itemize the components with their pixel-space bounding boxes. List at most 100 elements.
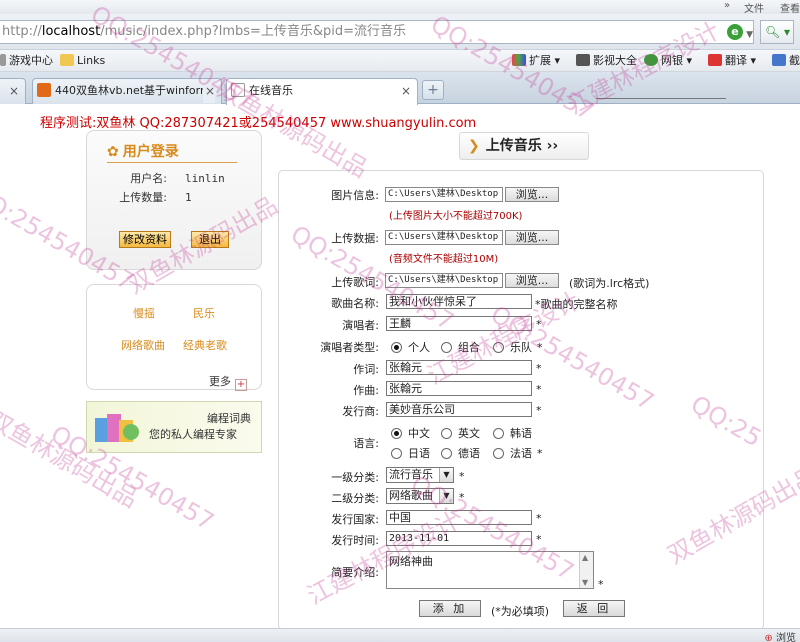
url-host: localhost — [41, 24, 101, 39]
intro-text: 网络神曲 — [389, 555, 433, 568]
radio-chinese[interactable]: 中文 — [391, 425, 430, 441]
lyric-file-input[interactable]: C:\Users\建林\Desktop — [385, 273, 503, 288]
dictionary-logo-icon — [95, 414, 139, 442]
fav-video[interactable]: 影视大全 — [576, 53, 637, 69]
radio-korean[interactable]: 韩语 — [493, 425, 532, 441]
category-link[interactable]: 网络歌曲 — [121, 337, 165, 353]
arrow-right-icon: ❯ — [468, 138, 480, 154]
radio-solo[interactable]: 个人 — [391, 339, 430, 355]
fav-game-center[interactable]: 游戏中心 — [0, 53, 53, 69]
tab-first[interactable]: × — [0, 78, 26, 104]
category-link[interactable]: 经典老歌 — [183, 337, 227, 353]
data-file-input[interactable]: C:\Users\建林\Desktop — [385, 230, 503, 245]
data-hint: (音频文件不能超过10M) — [389, 254, 499, 265]
security-icon[interactable]: e — [727, 24, 743, 40]
radio-japanese[interactable]: 日语 — [391, 445, 430, 461]
menu-view[interactable]: 查看 — [780, 0, 800, 15]
plus-icon: + — [235, 379, 247, 391]
ad-banner[interactable]: 编程词典 您的私人编程专家 — [86, 401, 262, 453]
tab-online-music[interactable]: 在线音乐 × — [226, 78, 418, 105]
required-star: * — [536, 533, 542, 546]
image-browse-button[interactable]: 浏览... — [505, 187, 559, 202]
image-hint: (上传图片大小不能超过700K) — [389, 211, 523, 222]
fav-translate[interactable]: 翻译 ▾ — [708, 53, 756, 69]
image-file-input[interactable]: C:\Users\建林\Desktop — [385, 187, 503, 202]
title-strip: » 文件 查看 — [0, 0, 800, 15]
date-label: 发行时间: — [331, 534, 379, 547]
tab-bar-divider — [596, 98, 726, 102]
close-icon[interactable]: × — [9, 79, 19, 103]
lyricist-input[interactable]: 张翰元 — [386, 360, 532, 375]
level2-select[interactable]: 网络歌曲 ▼ — [386, 488, 454, 504]
level1-select[interactable]: 流行音乐 ▼ — [386, 467, 454, 483]
status-bar: ⊕ 浏览 — [0, 628, 800, 642]
publisher-input[interactable]: 美妙音乐公司 — [386, 402, 532, 417]
close-icon[interactable]: × — [401, 79, 411, 103]
category-link[interactable]: 民乐 — [193, 305, 215, 321]
singer-input[interactable]: 王麟 — [386, 316, 532, 331]
level2-label: 二级分类: — [331, 492, 379, 505]
lyric-label: 上传歌词: — [331, 276, 379, 289]
radio-icon — [391, 428, 402, 439]
singer-label: 演唱者: — [342, 319, 379, 332]
scroll-down-icon: ▼ — [582, 578, 589, 587]
composer-input[interactable]: 张翰元 — [386, 381, 532, 396]
url-path: /music/index.php?lmbs=上传音乐&pid=流行音乐 — [100, 24, 407, 39]
url-prefix: http:// — [2, 24, 42, 39]
required-star: * — [598, 578, 604, 591]
page-icon — [37, 83, 51, 97]
logout-button[interactable]: 退出 — [191, 231, 229, 248]
banner-title: 编程词典 — [207, 412, 251, 425]
fav-links[interactable]: Links — [60, 53, 105, 69]
fav-extensions[interactable]: 扩展 ▾ — [512, 53, 560, 69]
page-icon — [231, 83, 245, 97]
song-name-input[interactable]: 我和小伙伴惊呆了 — [386, 294, 532, 309]
country-input[interactable]: 中国 — [386, 510, 532, 525]
fav-screenshot[interactable]: 截 — [772, 53, 800, 69]
new-tab-button[interactable]: + — [422, 80, 444, 100]
favorites-bar: 游戏中心 Links 扩展 ▾ 影视大全 网银 ▾ 翻译 ▾ 截 — [0, 50, 800, 72]
radio-english[interactable]: 英文 — [441, 425, 480, 441]
chevron-icon[interactable]: » — [724, 0, 730, 11]
fav-bank[interactable]: 网银 ▾ — [644, 53, 692, 69]
menu-file[interactable]: 文件 — [744, 0, 764, 15]
country-label: 发行国家: — [331, 513, 379, 526]
search-button[interactable]: 🔍︎ ▾ — [760, 20, 794, 44]
back-button[interactable]: 返 回 — [563, 600, 625, 617]
close-icon[interactable]: × — [202, 79, 215, 103]
chevron-down-icon: ▼ — [439, 489, 453, 503]
required-star: * — [537, 341, 543, 354]
address-input[interactable]: http://localhost/music/index.php?lmbs=上传… — [0, 20, 754, 44]
radio-band[interactable]: 乐队 — [493, 339, 532, 355]
required-star: * — [536, 362, 542, 375]
lyric-note: (歌词为.lrc格式) — [569, 277, 650, 290]
upload-count-value: 1 — [185, 191, 192, 204]
radio-german[interactable]: 德语 — [441, 445, 480, 461]
plus-icon: ⊕ — [764, 633, 773, 642]
radio-french[interactable]: 法语 — [493, 445, 532, 461]
song-name-label: 歌曲名称: — [331, 297, 379, 310]
more-link[interactable]: 更多 + — [209, 373, 247, 391]
add-button[interactable]: 添 加 — [419, 600, 481, 617]
intro-textarea[interactable]: 网络神曲 ▲ ▼ — [386, 551, 594, 589]
login-title: ✿ 用户登录 — [107, 141, 237, 163]
scissors-icon — [772, 54, 786, 66]
upload-form: 图片信息: C:\Users\建林\Desktop 浏览... (上传图片大小不… — [278, 170, 764, 630]
banner-subtitle: 您的私人编程专家 — [149, 428, 237, 441]
upload-count-row: 上传数量: 1 — [119, 191, 192, 204]
scrollbar[interactable]: ▲ ▼ — [579, 552, 593, 588]
data-browse-button[interactable]: 浏览... — [505, 230, 559, 245]
required-star: * — [536, 512, 542, 525]
date-input[interactable]: 2013-11-01 — [386, 531, 532, 546]
lyric-browse-button[interactable]: 浏览... — [505, 273, 559, 288]
category-link[interactable]: 慢摇 — [133, 305, 155, 321]
chevron-down-icon[interactable]: ▼ — [746, 24, 753, 43]
radio-group[interactable]: 组合 — [441, 339, 480, 355]
user-login-panel: ✿ 用户登录 用户名: linlin 上传数量: 1 修改资料 退出 — [86, 130, 262, 270]
tab-vbnet[interactable]: 440双鱼林vb.net基于winform × — [32, 78, 222, 104]
level1-label: 一级分类: — [331, 471, 379, 484]
required-star: * — [537, 447, 543, 460]
edit-profile-button[interactable]: 修改资料 — [119, 231, 171, 248]
search-icon: 🔍︎ — [765, 25, 781, 39]
song-name-note: *歌曲的完整名称 — [535, 298, 618, 311]
